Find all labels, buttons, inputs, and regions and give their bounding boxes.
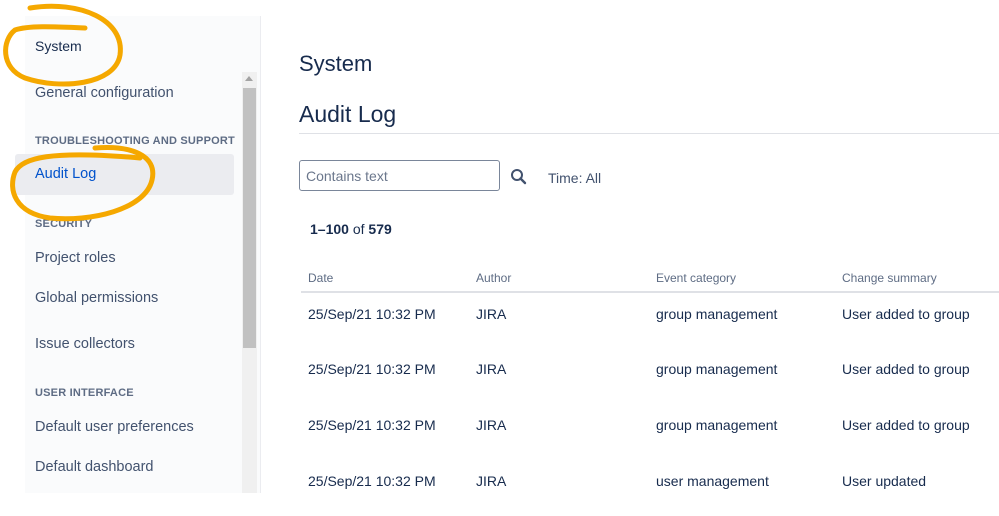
column-change-summary[interactable]: Change summary: [835, 264, 999, 293]
search-icon[interactable]: [510, 168, 528, 186]
divider: [299, 133, 999, 134]
result-count: 1–100 of 579: [310, 221, 392, 237]
count-range: 1–100: [310, 221, 349, 237]
author-cell: JIRA: [476, 306, 507, 322]
change-summary-cell: User added to group: [842, 417, 970, 433]
event-category-cell: user management: [656, 473, 769, 489]
scrollbar-thumb[interactable]: [243, 88, 256, 348]
section-security: SECURITY: [35, 218, 93, 230]
date-cell: 25/Sep/21 10:32 PM: [308, 361, 436, 377]
column-date[interactable]: Date: [301, 264, 469, 293]
change-summary-cell: User updated: [842, 473, 927, 489]
search-input[interactable]: [299, 160, 500, 191]
author-cell: JIRA: [476, 417, 507, 433]
page-subtitle: Audit Log: [299, 101, 397, 127]
change-summary-cell: User added to group: [842, 306, 970, 322]
section-user-interface: USER INTERFACE: [35, 387, 134, 399]
table-row[interactable]: 25/Sep/21 10:32 PM JIRA group management Us…: [301, 404, 999, 460]
audit-log-table: Date Author Event category Change summar…: [301, 264, 999, 516]
sidebar-item-global-permissions[interactable]: Global permissions: [35, 290, 158, 306]
sidebar-item-project-roles[interactable]: Project roles: [35, 250, 116, 266]
author-cell: JIRA: [476, 473, 507, 489]
sidebar-title: System: [35, 38, 82, 54]
section-troubleshooting: TROUBLESHOOTING AND SUPPORT: [35, 135, 235, 147]
time-filter[interactable]: Time: All: [548, 170, 601, 186]
count-total: 579: [368, 221, 392, 237]
sidebar-item-default-dashboard[interactable]: Default dashboard: [35, 459, 154, 475]
event-category-cell: group management: [656, 306, 778, 322]
author-cell: JIRA: [476, 361, 507, 377]
sidebar-item-audit-log[interactable]: Audit Log: [15, 154, 234, 195]
sidebar: System General configuration TROUBLESHOO…: [15, 16, 261, 493]
column-event-category[interactable]: Event category: [649, 264, 835, 293]
sidebar-scrollbar[interactable]: [242, 72, 257, 493]
change-summary-cell: User added to group: [842, 361, 970, 377]
sidebar-item-issue-collectors[interactable]: Issue collectors: [35, 336, 135, 352]
date-cell: 25/Sep/21 10:32 PM: [308, 306, 436, 322]
column-author[interactable]: Author: [469, 264, 649, 293]
table-row[interactable]: 25/Sep/21 10:32 PM JIRA group management Us…: [301, 348, 999, 404]
sidebar-item-general-configuration[interactable]: General configuration: [35, 85, 174, 101]
date-cell: 25/Sep/21 10:32 PM: [308, 417, 436, 433]
table-header: Date Author Event category Change summar…: [301, 264, 999, 293]
scroll-up-arrow-icon[interactable]: [245, 76, 253, 81]
table-row[interactable]: 25/Sep/21 10:32 PM JIRA group management Us…: [301, 292, 999, 348]
sidebar-item-default-user-preferences[interactable]: Default user preferences: [35, 419, 194, 435]
page-title: System: [299, 51, 373, 76]
sidebar-item-label: Audit Log: [35, 166, 97, 182]
date-cell: 25/Sep/21 10:32 PM: [308, 473, 436, 489]
count-of: of: [352, 221, 365, 237]
event-category-cell: group management: [656, 417, 778, 433]
table-row[interactable]: 25/Sep/21 10:32 PM JIRA user management Use…: [301, 460, 999, 516]
event-category-cell: group management: [656, 361, 778, 377]
